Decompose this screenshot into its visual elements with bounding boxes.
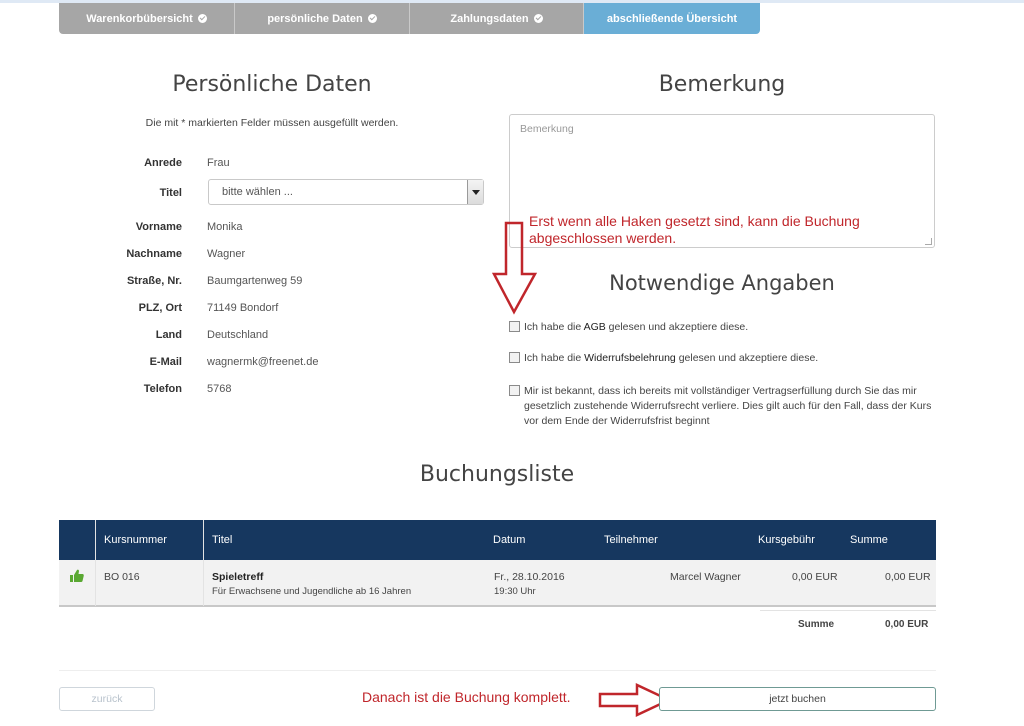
required-title: Notwendige Angaben xyxy=(609,271,835,295)
remark-placeholder: Bemerkung xyxy=(520,123,574,135)
checkbox-row-agb: Ich habe die AGB gelesen und akzeptiere … xyxy=(509,320,939,336)
field-value: Deutschland xyxy=(207,329,269,341)
check-circle-icon xyxy=(367,14,377,23)
check-circle-icon xyxy=(197,14,207,23)
step-label: persönliche Daten xyxy=(267,12,363,25)
step-label: Zahlungsdaten xyxy=(450,12,529,25)
col-kursgebuehr[interactable]: Kursgebühr xyxy=(758,534,815,546)
field-label: Titel xyxy=(159,187,182,199)
cell-gebuehr: 0,00 EUR xyxy=(792,571,838,583)
cell-teilnehmer: Marcel Wagner xyxy=(670,571,741,583)
field-value: Monika xyxy=(207,221,243,233)
field-label: Land xyxy=(155,329,182,341)
field-value: Wagner xyxy=(207,248,246,260)
field-value: Baumgartenweg 59 xyxy=(207,275,303,287)
checkbox-label: Ich habe die Widerrufsbelehrung gelesen … xyxy=(524,351,934,366)
thumbs-up-icon xyxy=(70,569,84,582)
checkout-stepper: Warenkorbübersicht persönliche Daten Zah… xyxy=(59,3,760,34)
booking-list-title: Buchungsliste xyxy=(419,462,575,487)
arrow-down-icon xyxy=(491,221,538,315)
field-label: PLZ, Ort xyxy=(138,302,182,314)
field-label: Vorname xyxy=(135,221,182,233)
checkbox-row-widerruf: Ich habe die Widerrufsbelehrung gelesen … xyxy=(509,351,939,367)
step-personal-data[interactable]: persönliche Daten xyxy=(235,3,410,34)
col-summe[interactable]: Summe xyxy=(850,534,888,546)
chevron-down-icon[interactable] xyxy=(467,180,483,204)
annotation-book-hint: Danach ist die Buchung komplett. xyxy=(362,689,571,705)
resize-grip-icon[interactable] xyxy=(925,238,932,245)
total-label: Summe xyxy=(798,619,835,630)
check-circle-icon xyxy=(533,14,543,23)
field-value: 5768 xyxy=(207,383,232,395)
agb-checkbox[interactable] xyxy=(509,321,520,332)
column-divider xyxy=(95,520,96,606)
required-fields-hint: Die mit * markierten Felder müssen ausge… xyxy=(145,117,399,129)
cell-untertitel: Für Erwachsene und Jugendliche ab 16 Jah… xyxy=(212,586,412,597)
field-value: wagnermk@freenet.de xyxy=(207,356,319,368)
agb-link[interactable]: AGB xyxy=(584,321,606,333)
total-value: 0,00 EUR xyxy=(885,619,929,630)
field-vorname: Vorname Monika xyxy=(59,221,489,237)
field-nachname: Nachname Wagner xyxy=(59,248,489,264)
title-select[interactable]: bitte wählen ... xyxy=(208,179,484,205)
label-text: Ich habe die xyxy=(524,352,585,364)
back-button[interactable]: zurück xyxy=(59,687,155,711)
field-telefon: Telefon 5768 xyxy=(59,383,489,399)
field-email: E-Mail wagnermk@freenet.de xyxy=(59,356,489,372)
personal-data-title: Persönliche Daten xyxy=(172,72,372,97)
step-payment-data[interactable]: Zahlungsdaten xyxy=(410,3,584,34)
field-label: Telefon xyxy=(143,383,182,395)
field-value: Frau xyxy=(207,157,230,169)
step-final-overview[interactable]: abschließende Übersicht xyxy=(584,3,760,34)
footer-divider xyxy=(59,670,936,671)
field-value: 71149 Bondorf xyxy=(207,302,279,314)
cell-uhrzeit: 19:30 Uhr xyxy=(494,586,536,597)
field-label: E-Mail xyxy=(149,356,182,368)
label-text: gelesen und akzeptiere diese. xyxy=(675,352,819,364)
checkbox-row-widerrufsrecht: Mir ist bekannt, dass ich bereits mit vo… xyxy=(509,384,939,430)
field-label: Straße, Nr. xyxy=(126,275,182,287)
col-kursnummer[interactable]: Kursnummer xyxy=(104,534,167,546)
cell-summe: 0,00 EUR xyxy=(885,571,931,583)
annotation-checkbox-hint: Erst wenn alle Haken gesetzt sind, kann … xyxy=(529,213,860,246)
checkbox-label: Ich habe die AGB gelesen und akzeptiere … xyxy=(524,320,934,335)
step-label: Warenkorbübersicht xyxy=(86,12,193,25)
checkbox-label: Mir ist bekannt, dass ich bereits mit vo… xyxy=(524,385,932,427)
table-header: Kursnummer Titel Datum Teilnehmer Kursge… xyxy=(59,520,936,560)
label-text: Ich habe die xyxy=(524,321,584,333)
col-teilnehmer[interactable]: Teilnehmer xyxy=(604,534,658,546)
field-label: Nachname xyxy=(126,248,182,260)
step-warenkorb[interactable]: Warenkorbübersicht xyxy=(59,3,235,34)
col-titel[interactable]: Titel xyxy=(212,534,232,546)
title-select-value: bitte wählen ... xyxy=(222,186,293,198)
book-now-button[interactable]: jetzt buchen xyxy=(659,687,936,711)
widerruf-link[interactable]: Widerrufsbelehrung xyxy=(584,352,676,364)
column-divider xyxy=(203,520,204,606)
cell-kursnummer: BO 016 xyxy=(104,571,140,583)
remark-title: Bemerkung xyxy=(658,72,786,97)
cell-titel: Spieletreff xyxy=(212,571,264,583)
field-strasse: Straße, Nr. Baumgartenweg 59 xyxy=(59,275,489,291)
step-label: abschließende Übersicht xyxy=(606,12,738,25)
field-anrede: Anrede Frau xyxy=(59,157,489,173)
table-row: BO 016 Spieletreff Für Erwachsene und Ju… xyxy=(59,560,936,607)
field-plz-ort: PLZ, Ort 71149 Bondorf xyxy=(59,302,489,318)
cell-datum: Fr., 28.10.2016 xyxy=(494,571,565,583)
widerruf-checkbox[interactable] xyxy=(509,352,520,363)
total-divider xyxy=(760,610,936,611)
field-land: Land Deutschland xyxy=(59,329,489,345)
field-label: Anrede xyxy=(144,157,182,169)
label-text: gelesen und akzeptiere diese. xyxy=(605,321,749,333)
col-datum[interactable]: Datum xyxy=(493,534,525,546)
widerrufsrecht-checkbox[interactable] xyxy=(509,385,520,396)
